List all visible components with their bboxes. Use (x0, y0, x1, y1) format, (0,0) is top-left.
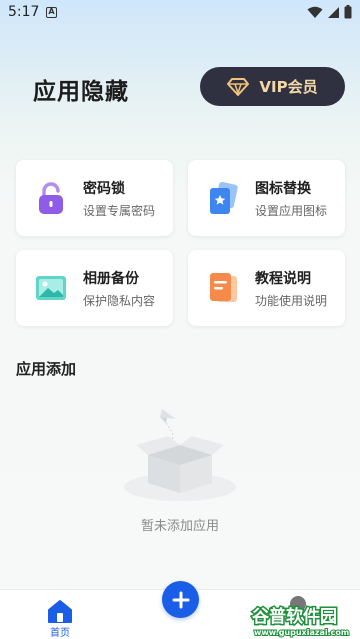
section-title: 应用添加 (16, 360, 77, 378)
status-bar: 5:17 A (0, 0, 360, 26)
card-tutorial[interactable]: 教程说明 功能使用说明 (188, 250, 345, 326)
card-password-lock[interactable]: 密码锁 设置专属密码 (16, 160, 173, 236)
battery-icon (344, 5, 352, 19)
diamond-icon (227, 77, 250, 96)
photo-album-icon (36, 276, 66, 300)
vip-button[interactable]: VIP会员 (200, 67, 345, 106)
card-icon-replace[interactable]: 图标替换 设置应用图标 (188, 160, 345, 236)
lock-icon (39, 182, 63, 214)
empty-box-illustration (124, 409, 236, 501)
status-time: 5:17 (8, 4, 40, 20)
vip-label: VIP会员 (259, 78, 318, 96)
add-app-button[interactable] (162, 581, 199, 618)
signal-icon (328, 6, 339, 18)
card-subtitle: 设置应用图标 (255, 204, 328, 218)
empty-state-text: 暂未添加应用 (140, 519, 219, 534)
notification-icon: A (46, 7, 57, 18)
card-title: 教程说明 (255, 271, 311, 287)
icon-replace-icon (210, 181, 238, 214)
home-icon (48, 600, 72, 623)
svg-text:www.gupuxiazai.com: www.gupuxiazai.com (254, 628, 349, 637)
nav-home-label: 首页 (50, 628, 70, 639)
card-title: 相册备份 (83, 271, 139, 287)
plus-icon (172, 591, 189, 608)
wifi-icon (307, 6, 323, 18)
card-subtitle: 设置专属密码 (83, 204, 156, 218)
tutorial-icon (210, 273, 237, 302)
page-title: 应用隐藏 (33, 79, 129, 105)
card-subtitle: 功能使用说明 (255, 294, 328, 308)
card-title: 密码锁 (83, 181, 125, 197)
nav-home[interactable]: 首页 (40, 596, 80, 639)
status-icons (307, 5, 352, 19)
svg-text:谷普软件园: 谷普软件园 (252, 606, 337, 627)
card-subtitle: 保护隐私内容 (83, 294, 156, 308)
card-title: 图标替换 (255, 181, 311, 197)
watermark-logo: 谷普软件园 www.gupuxiazai.com (251, 605, 351, 639)
card-photo-backup[interactable]: 相册备份 保护隐私内容 (16, 250, 173, 326)
